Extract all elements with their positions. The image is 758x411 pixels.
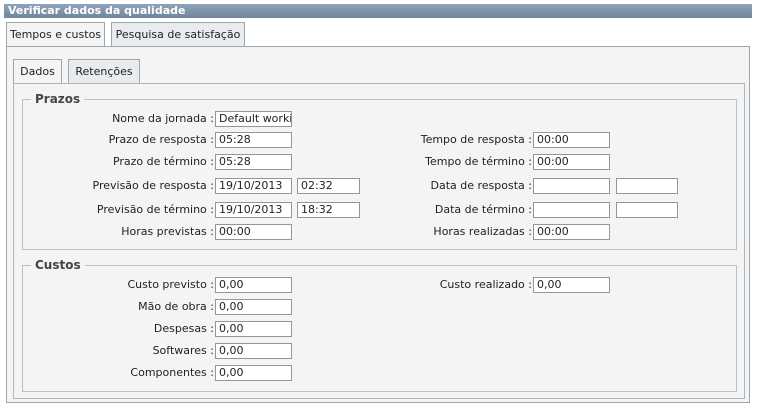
componentes-field[interactable]: 0,00: [215, 365, 292, 381]
custo-realizado-label: Custo realizado :: [439, 278, 532, 291]
horas-previstas-label: Horas previstas :: [121, 225, 214, 238]
previsao-termino-label: Previsão de término :: [96, 203, 214, 216]
tempo-resposta-label: Tempo de resposta :: [420, 133, 532, 146]
mao-de-obra-field[interactable]: 0,00: [215, 299, 292, 315]
previsao-termino-date-field[interactable]: 19/10/2013: [215, 202, 292, 218]
softwares-field[interactable]: 0,00: [215, 343, 292, 359]
softwares-label: Softwares :: [152, 344, 214, 357]
tab-tempos-e-custos[interactable]: Tempos e custos: [6, 22, 105, 47]
data-resposta-time-field[interactable]: [616, 178, 678, 194]
tempo-termino-field[interactable]: 00:00: [533, 154, 610, 170]
data-resposta-label: Data de resposta :: [430, 179, 533, 192]
tempo-resposta-field[interactable]: 00:00: [533, 132, 610, 148]
prazo-resposta-field[interactable]: 05:28: [215, 132, 292, 148]
tab-pesquisa-de-satisfacao[interactable]: Pesquisa de satisfação: [111, 22, 245, 46]
tempos-e-custos-panel: Dados Retenções Prazos Nome da jornada :…: [6, 46, 750, 403]
horas-realizadas-label: Horas realizadas :: [433, 225, 532, 238]
tab-retencoes[interactable]: Retenções: [68, 59, 140, 83]
tab-dados[interactable]: Dados: [13, 59, 62, 84]
custos-legend: Custos: [35, 258, 81, 272]
data-termino-date-field[interactable]: [533, 202, 610, 218]
despesas-label: Despesas :: [153, 322, 214, 335]
previsao-termino-time-field[interactable]: 18:32: [297, 202, 360, 218]
prazo-resposta-label: Prazo de resposta :: [108, 133, 214, 146]
previsao-resposta-date-field[interactable]: 19/10/2013: [215, 178, 292, 194]
window-title: Verificar dados da qualidade: [4, 4, 752, 18]
custo-previsto-field[interactable]: 0,00: [215, 277, 292, 293]
despesas-field[interactable]: 0,00: [215, 321, 292, 337]
nome-jornada-label: Nome da jornada :: [112, 112, 214, 125]
previsao-resposta-label: Previsão de resposta :: [92, 179, 214, 192]
previsao-resposta-time-field[interactable]: 02:32: [297, 178, 360, 194]
prazo-termino-field[interactable]: 05:28: [215, 154, 292, 170]
prazos-legend: Prazos: [35, 92, 81, 106]
custo-previsto-label: Custo previsto :: [127, 278, 215, 291]
dados-panel: Prazos Nome da jornada : Default working…: [13, 83, 745, 399]
horas-previstas-field[interactable]: 00:00: [215, 224, 292, 240]
horas-realizadas-field[interactable]: 00:00: [533, 224, 610, 240]
custo-realizado-field[interactable]: 0,00: [533, 277, 610, 293]
data-resposta-date-field[interactable]: [533, 178, 610, 194]
tempo-termino-label: Tempo de término :: [425, 155, 532, 168]
componentes-label: Componentes :: [130, 366, 214, 379]
data-termino-label: Data de término :: [434, 203, 532, 216]
nome-jornada-field[interactable]: Default working: [215, 111, 292, 127]
data-termino-time-field[interactable]: [616, 202, 678, 218]
prazo-termino-label: Prazo de término :: [112, 155, 214, 168]
mao-de-obra-label: Mão de obra :: [138, 300, 214, 313]
